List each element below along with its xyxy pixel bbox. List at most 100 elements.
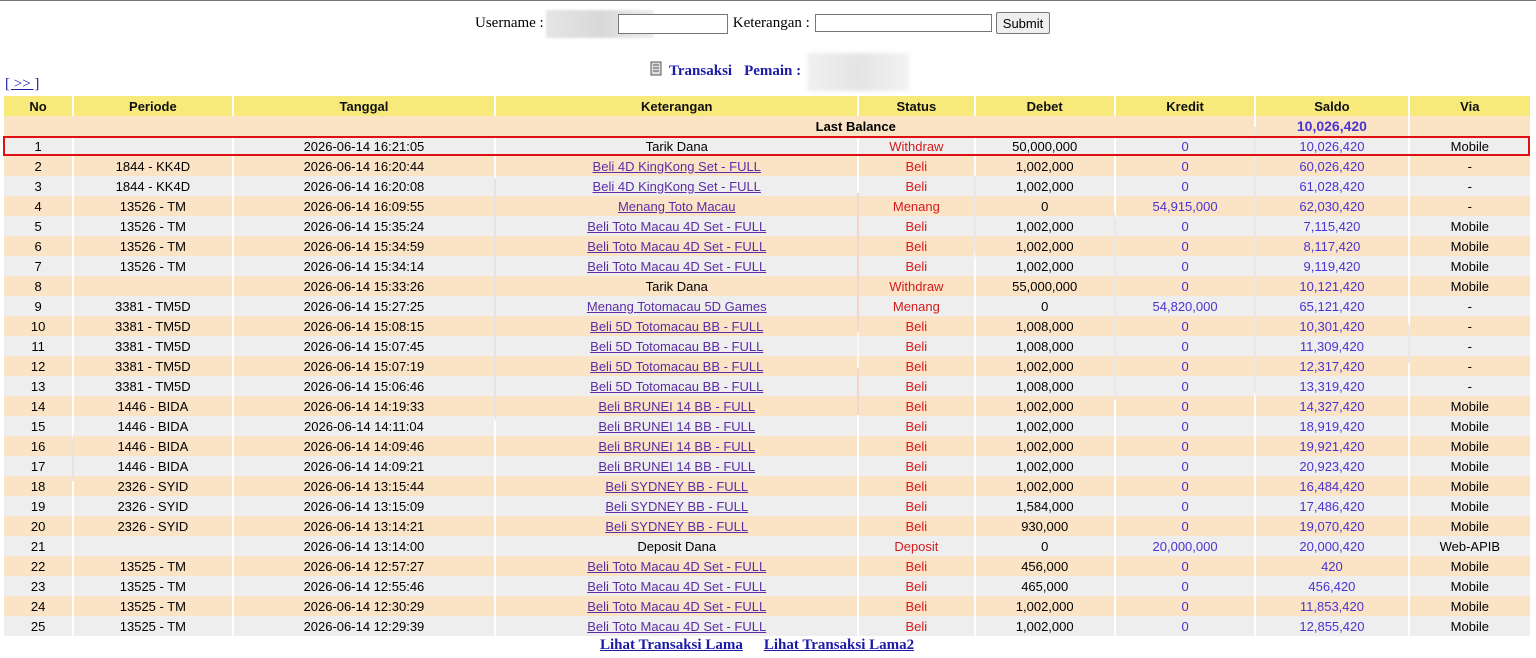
table-row: 16 1446 - BIDA 2026-06-14 14:09:46 Beli BRU…	[4, 436, 1530, 456]
cell-periode: 3381 - TM5D	[74, 296, 232, 316]
cell-keterangan: Beli Toto Macau 4D Set - FULL	[496, 256, 858, 276]
table-row: 17 1446 - BIDA 2026-06-14 14:09:21 Beli BRU…	[4, 456, 1530, 476]
keterangan-link[interactable]: Beli 4D KingKong Set - FULL	[593, 159, 761, 174]
title-pemain: Pemain :	[744, 62, 802, 79]
cell-kredit: 0	[1115, 336, 1255, 356]
cell-status: Withdraw	[859, 136, 974, 156]
cell-no: 8	[4, 276, 73, 296]
cell-no: 25	[4, 616, 73, 636]
keterangan-link[interactable]: Beli Toto Macau 4D Set - FULL	[587, 259, 766, 274]
page-title: Transaksi Pemain :	[650, 52, 910, 91]
cell-saldo: 20,000,420	[1256, 536, 1408, 556]
keterangan-link[interactable]: Beli BRUNEI 14 BB - FULL	[598, 399, 755, 414]
keterangan-input[interactable]	[814, 14, 992, 32]
username-input[interactable]	[617, 13, 728, 34]
cell-periode: 13525 - TM	[74, 556, 232, 576]
cell-via: -	[1409, 156, 1530, 176]
keterangan-link[interactable]: Menang Toto Macau	[618, 199, 736, 214]
keterangan-link[interactable]: Beli Toto Macau 4D Set - FULL	[587, 559, 766, 574]
col-header-via: Via	[1409, 96, 1530, 116]
keterangan-link[interactable]: Beli SYDNEY BB - FULL	[605, 499, 748, 514]
cell-tanggal: 2026-06-14 15:34:59	[233, 236, 495, 256]
cell-debet: 456,000	[975, 556, 1114, 576]
table-row: 11 3381 - TM5D 2026-06-14 15:07:45 Beli 5D …	[4, 336, 1530, 356]
keterangan-link[interactable]: Beli BRUNEI 14 BB - FULL	[598, 459, 755, 474]
next-page-link[interactable]: [ >> ]	[5, 76, 39, 93]
keterangan-link[interactable]: Beli 5D Totomacau BB - FULL	[590, 319, 763, 334]
cell-via: Mobile	[1409, 136, 1530, 156]
cell-tanggal: 2026-06-14 15:34:14	[233, 256, 495, 276]
keterangan-link[interactable]: Beli BRUNEI 14 BB - FULL	[598, 419, 755, 434]
cell-periode: 13525 - TM	[74, 616, 232, 636]
cell-via: Mobile	[1409, 556, 1530, 576]
table-row: 19 2326 - SYID 2026-06-14 13:15:09 Beli SYD…	[4, 496, 1530, 516]
cell-via: -	[1409, 316, 1530, 336]
cell-via: Mobile	[1409, 396, 1530, 416]
search-form: Username : Keterangan : Submit	[475, 9, 1051, 38]
cell-keterangan: Beli SYDNEY BB - FULL	[496, 476, 858, 496]
keterangan-link[interactable]: Beli 5D Totomacau BB - FULL	[590, 359, 763, 374]
submit-button[interactable]: Submit	[995, 12, 1051, 34]
keterangan-link[interactable]: Beli 5D Totomacau BB - FULL	[590, 339, 763, 354]
cell-debet: 1,008,000	[975, 336, 1114, 356]
cell-keterangan: Beli Toto Macau 4D Set - FULL	[496, 616, 858, 636]
cell-keterangan: Beli Toto Macau 4D Set - FULL	[496, 216, 858, 236]
keterangan-link[interactable]: Beli SYDNEY BB - FULL	[605, 479, 748, 494]
cell-no: 11	[4, 336, 73, 356]
cell-kredit: 0	[1115, 136, 1255, 156]
cell-periode	[74, 136, 232, 156]
cell-debet: 465,000	[975, 576, 1114, 596]
cell-via: Mobile	[1409, 236, 1530, 256]
footer-links: Lihat Transaksi Lama Lihat Transaksi Lam…	[600, 637, 914, 654]
keterangan-link[interactable]: Beli Toto Macau 4D Set - FULL	[587, 599, 766, 614]
cell-via: -	[1409, 376, 1530, 396]
keterangan-link[interactable]: Beli Toto Macau 4D Set - FULL	[587, 219, 766, 234]
cell-periode: 3381 - TM5D	[74, 356, 232, 376]
cell-saldo: 62,030,420	[1256, 196, 1408, 216]
cell-keterangan: Beli BRUNEI 14 BB - FULL	[496, 456, 858, 476]
cell-saldo: 19,921,420	[1256, 436, 1408, 456]
keterangan-link[interactable]: Menang Totomacau 5D Games	[587, 299, 767, 314]
keterangan-label: Keterangan :	[732, 14, 810, 31]
table-row: 14 1446 - BIDA 2026-06-14 14:19:33 Beli BRU…	[4, 396, 1530, 416]
keterangan-link[interactable]: Beli SYDNEY BB - FULL	[605, 519, 748, 534]
cell-kredit: 20,000,000	[1115, 536, 1255, 556]
cell-debet: 1,002,000	[975, 216, 1114, 236]
table-row: 12 3381 - TM5D 2026-06-14 15:07:19 Beli 5D …	[4, 356, 1530, 376]
cell-status: Beli	[859, 496, 974, 516]
old-transactions-link-2[interactable]: Lihat Transaksi Lama2	[764, 637, 914, 654]
cell-debet: 1,002,000	[975, 436, 1114, 456]
cell-saldo: 7,115,420	[1256, 216, 1408, 236]
col-header-keterangan: Keterangan	[496, 96, 858, 116]
cell-kredit: 0	[1115, 476, 1255, 496]
cell-no: 3	[4, 176, 73, 196]
table-row: 21 2026-06-14 13:14:00 Deposit Dana Deposit…	[4, 536, 1530, 556]
cell-saldo: 10,121,420	[1256, 276, 1408, 296]
keterangan-link[interactable]: Beli Toto Macau 4D Set - FULL	[587, 579, 766, 594]
table-row: 25 13525 - TM 2026-06-14 12:29:39 Beli Toto…	[4, 616, 1530, 636]
table-row: 9 3381 - TM5D 2026-06-14 15:27:25 Menang To…	[4, 296, 1530, 316]
cell-kredit: 0	[1115, 256, 1255, 276]
keterangan-link[interactable]: Beli 4D KingKong Set - FULL	[593, 179, 761, 194]
cell-no: 2	[4, 156, 73, 176]
old-transactions-link[interactable]: Lihat Transaksi Lama	[600, 637, 743, 654]
keterangan-link[interactable]: Beli BRUNEI 14 BB - FULL	[598, 439, 755, 454]
col-header-kredit: Kredit	[1115, 96, 1255, 116]
col-header-saldo: Saldo	[1256, 96, 1408, 116]
cell-via: Web-APIB	[1409, 536, 1530, 556]
keterangan-link[interactable]: Beli 5D Totomacau BB - FULL	[590, 379, 763, 394]
cell-debet: 1,002,000	[975, 396, 1114, 416]
cell-periode: 13526 - TM	[74, 196, 232, 216]
cell-kredit: 0	[1115, 596, 1255, 616]
cell-no: 18	[4, 476, 73, 496]
keterangan-link[interactable]: Beli Toto Macau 4D Set - FULL	[587, 619, 766, 634]
keterangan-link[interactable]: Beli Toto Macau 4D Set - FULL	[587, 239, 766, 254]
cell-kredit: 0	[1115, 236, 1255, 256]
cell-kredit: 0	[1115, 316, 1255, 336]
cell-kredit: 0	[1115, 396, 1255, 416]
cell-via: Mobile	[1409, 516, 1530, 536]
cell-tanggal: 2026-06-14 15:27:25	[233, 296, 495, 316]
cell-kredit: 0	[1115, 376, 1255, 396]
table-row: 24 13525 - TM 2026-06-14 12:30:29 Beli Toto…	[4, 596, 1530, 616]
cell-status: Beli	[859, 236, 974, 256]
